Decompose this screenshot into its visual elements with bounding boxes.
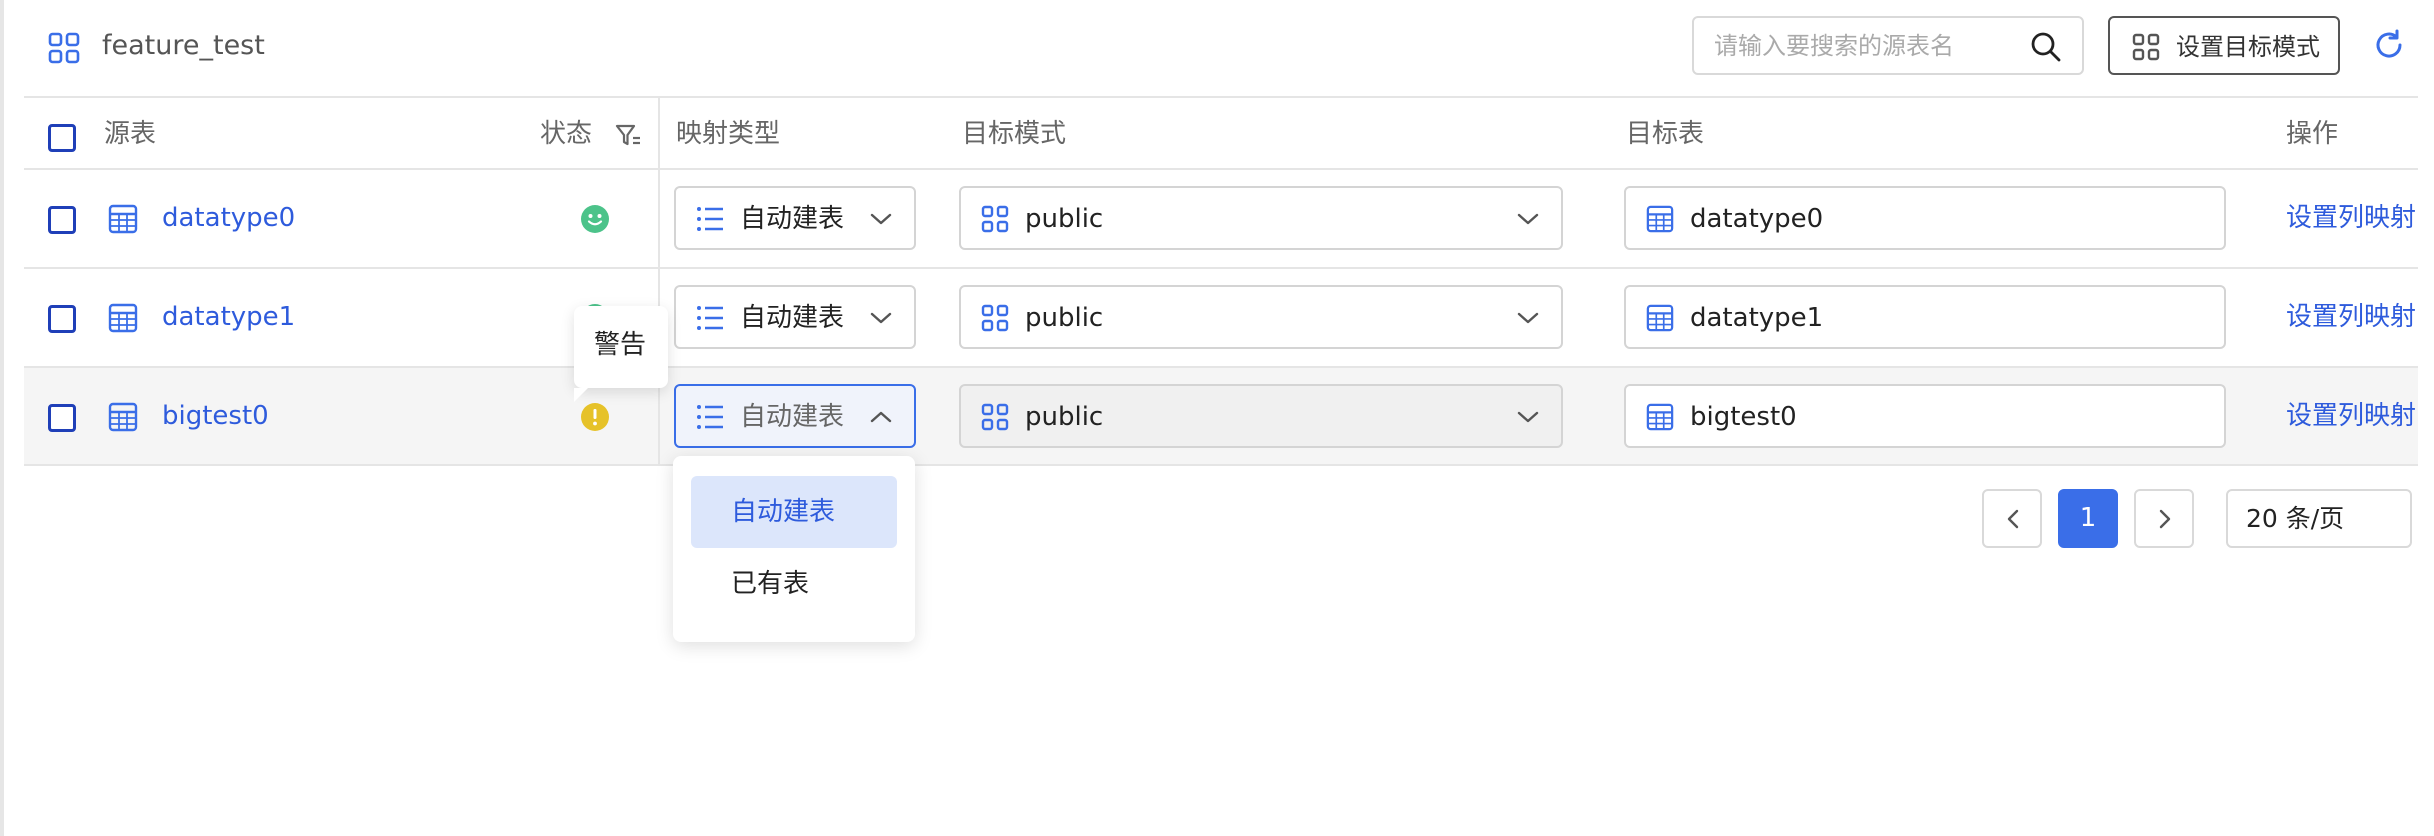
- chevron-down-icon: [1517, 411, 1539, 423]
- prev-page-button[interactable]: [1982, 489, 2042, 548]
- grid-icon: [2132, 33, 2160, 61]
- column-header-source: 源表: [104, 119, 157, 149]
- set-target-mode-button[interactable]: 设置目标模式: [2108, 16, 2340, 75]
- search-box[interactable]: [1692, 16, 2084, 75]
- mapping-type-select[interactable]: 自动建表: [674, 186, 916, 250]
- set-column-mapping-link[interactable]: 设置列映射: [2286, 200, 2416, 236]
- set-target-mode-label: 设置目标模式: [2176, 33, 2320, 61]
- chevron-down-icon: [1517, 213, 1539, 225]
- target-table-input[interactable]: datatype1: [1624, 285, 2226, 349]
- next-page-button[interactable]: [2134, 489, 2194, 548]
- target-table-input[interactable]: datatype0: [1624, 186, 2226, 250]
- mapping-type-select[interactable]: 自动建表: [674, 285, 916, 349]
- target-table-input[interactable]: bigtest0: [1624, 384, 2226, 448]
- table-icon: [108, 402, 138, 432]
- dropdown-option-auto-create[interactable]: 自动建表: [691, 476, 897, 548]
- tooltip-text: 警告: [594, 330, 647, 360]
- set-column-mapping-link[interactable]: 设置列映射: [2286, 299, 2416, 335]
- search-input[interactable]: [1714, 28, 2014, 64]
- mapping-type-value: 自动建表: [740, 303, 845, 333]
- table-icon: [1646, 403, 1674, 431]
- column-header-status: 状态: [540, 119, 593, 149]
- dropdown-option-existing-table[interactable]: 已有表: [691, 548, 897, 620]
- smile-icon: [581, 205, 609, 233]
- left-border: [0, 0, 4, 836]
- filter-icon[interactable]: [614, 122, 642, 150]
- table-header: 源表 状态 映射类型 目标模式 目标表 操作: [24, 96, 2418, 170]
- target-schema-select[interactable]: public: [959, 285, 1563, 349]
- set-column-mapping-link[interactable]: 设置列映射: [2286, 398, 2416, 434]
- list-icon: [697, 207, 723, 231]
- column-header-target-table: 目标表: [1626, 119, 1705, 149]
- status-tooltip: 警告: [574, 306, 668, 402]
- source-table-link[interactable]: datatype1: [162, 299, 295, 335]
- target-schema-select[interactable]: public: [959, 186, 1563, 250]
- table-icon: [1646, 304, 1674, 332]
- select-all-checkbox[interactable]: [48, 124, 76, 152]
- search-icon[interactable]: [2030, 31, 2062, 63]
- row-checkbox[interactable]: [48, 206, 76, 234]
- table-icon: [108, 303, 138, 333]
- source-table-link[interactable]: datatype0: [162, 200, 295, 236]
- chevron-up-icon: [870, 411, 892, 423]
- toolbar: feature_test 设置目标模式: [0, 0, 2434, 96]
- target-schema-value: public: [1025, 303, 1104, 333]
- target-schema-value: public: [1025, 402, 1104, 432]
- target-table-value: bigtest0: [1690, 402, 1797, 432]
- target-table-value: datatype0: [1690, 204, 1824, 234]
- mapping-type-value: 自动建表: [740, 204, 845, 234]
- warning-icon[interactable]: [580, 402, 610, 432]
- list-icon: [697, 405, 723, 429]
- chevron-right-icon: [2159, 509, 2171, 529]
- table-icon: [108, 204, 138, 234]
- chevron-left-icon: [2007, 509, 2019, 529]
- mapping-type-dropdown: 自动建表 已有表: [673, 456, 915, 642]
- source-table-link[interactable]: bigtest0: [162, 398, 269, 434]
- mapping-type-value: 自动建表: [740, 402, 845, 432]
- grid-icon: [981, 403, 1009, 431]
- grid-icon: [981, 205, 1009, 233]
- grid-icon: [981, 304, 1009, 332]
- chevron-down-icon: [1517, 312, 1539, 324]
- list-icon: [697, 306, 723, 330]
- page-number-current[interactable]: 1: [2058, 489, 2118, 548]
- table-icon: [1646, 205, 1674, 233]
- chevron-down-icon: [870, 312, 892, 324]
- grid-icon: [48, 32, 80, 64]
- column-header-action: 操作: [2286, 119, 2339, 149]
- table-row: datatype1 自动建表 public datatype1 设置列映射: [24, 269, 2418, 368]
- chevron-down-icon: [870, 213, 892, 225]
- mapping-type-select[interactable]: 自动建表: [674, 384, 916, 448]
- column-header-target-schema: 目标模式: [962, 119, 1067, 149]
- table-row: bigtest0 自动建表 public bigtest0 设置列映射: [24, 368, 2418, 466]
- target-table-value: datatype1: [1690, 303, 1824, 333]
- row-checkbox[interactable]: [48, 404, 76, 432]
- column-divider: [658, 96, 660, 466]
- row-checkbox[interactable]: [48, 305, 76, 333]
- column-header-mapping-type: 映射类型: [676, 119, 781, 149]
- table-row: datatype0 自动建表 public datatype0 设置列映射: [24, 170, 2418, 269]
- page-size-select[interactable]: 20 条/页: [2226, 489, 2412, 548]
- refresh-icon[interactable]: [2372, 28, 2406, 62]
- target-schema-value: public: [1025, 204, 1104, 234]
- target-schema-select[interactable]: public: [959, 384, 1563, 448]
- database-name: feature_test: [102, 30, 265, 61]
